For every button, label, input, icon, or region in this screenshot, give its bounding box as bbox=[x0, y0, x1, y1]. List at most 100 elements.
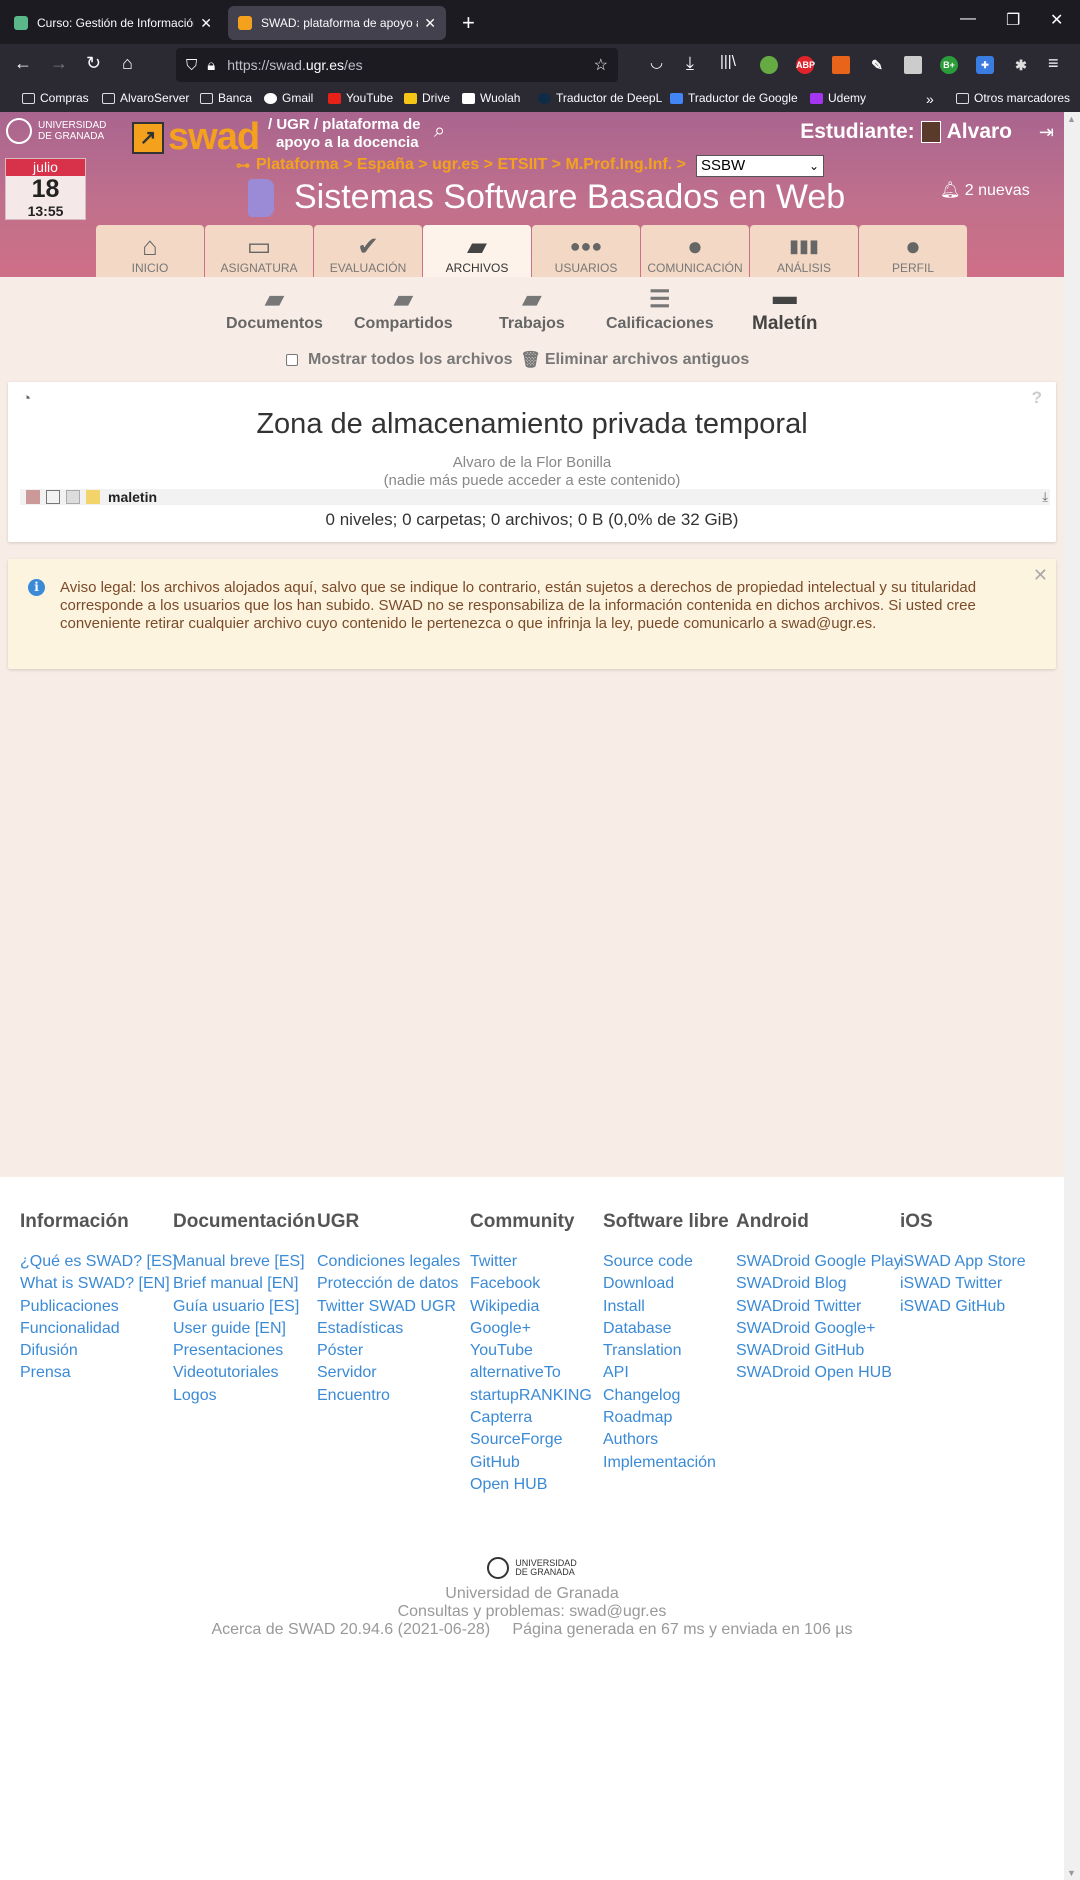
calendar-widget[interactable]: julio 18 13:55 bbox=[5, 158, 86, 220]
tab-usuarios[interactable]: ●●● USUARIOS bbox=[532, 225, 640, 277]
bookmark-folder[interactable]: Banca bbox=[200, 91, 252, 105]
footer-link[interactable]: Translation bbox=[603, 1340, 729, 1362]
reload-icon[interactable]: ↻ bbox=[86, 53, 101, 74]
menu-icon[interactable]: ≡ bbox=[1048, 53, 1059, 74]
footer-link[interactable]: SWADroid Twitter bbox=[736, 1296, 902, 1318]
ugr-footer-logo[interactable]: UNIVERSIDAD DE GRANADA bbox=[487, 1557, 577, 1579]
footer-link[interactable]: iSWAD GitHub bbox=[900, 1296, 1026, 1318]
submenu-trabajos[interactable]: ▰ Trabajos bbox=[499, 285, 565, 333]
restore-icon[interactable]: ❐ bbox=[1006, 10, 1020, 30]
footer-link[interactable]: Google+ bbox=[470, 1318, 592, 1340]
extension-icon[interactable] bbox=[832, 56, 850, 74]
footer-link[interactable]: User guide [EN] bbox=[173, 1318, 316, 1340]
tab-archivos[interactable]: ▰ ARCHIVOS bbox=[423, 225, 531, 277]
bookmark-link[interactable]: YouTube bbox=[328, 91, 393, 105]
logout-icon[interactable]: ⇥ bbox=[1039, 122, 1054, 143]
bookmark-folder[interactable]: Compras bbox=[22, 91, 89, 105]
footer-link[interactable]: SourceForge bbox=[470, 1429, 592, 1451]
footer-link[interactable]: iSWAD Twitter bbox=[900, 1273, 1026, 1295]
footer-link[interactable]: Condiciones legales bbox=[317, 1251, 460, 1273]
minimize-icon[interactable]: — bbox=[960, 10, 976, 28]
footer-link[interactable]: SWADroid Google Play bbox=[736, 1251, 902, 1273]
footer-link[interactable]: Wikipedia bbox=[470, 1296, 592, 1318]
footer-link[interactable]: Open HUB bbox=[470, 1474, 592, 1496]
footer-link[interactable]: Twitter SWAD UGR bbox=[317, 1296, 460, 1318]
scroll-down-icon[interactable]: ▼ bbox=[1067, 1868, 1076, 1878]
submenu-maletin[interactable]: ▬ Maletín bbox=[752, 283, 817, 335]
footer-contact[interactable]: Consultas y problemas: swad@ugr.es bbox=[0, 1603, 1064, 1621]
footer-link[interactable]: Changelog bbox=[603, 1385, 729, 1407]
trash-icon[interactable] bbox=[26, 490, 40, 504]
footer-link[interactable]: Póster bbox=[317, 1340, 460, 1362]
overflow-chevron-icon[interactable]: » bbox=[926, 91, 934, 107]
close-tab-icon[interactable]: ✕ bbox=[424, 15, 436, 32]
lock-icon[interactable]: 🔒︎ bbox=[207, 57, 215, 74]
footer-link[interactable]: Authors bbox=[603, 1429, 729, 1451]
extension-icon[interactable]: B+ bbox=[940, 56, 958, 74]
footer-link[interactable]: Capterra bbox=[470, 1407, 592, 1429]
bookmark-link[interactable]: Wuolah bbox=[462, 91, 520, 105]
footer-link[interactable]: Brief manual [EN] bbox=[173, 1273, 316, 1295]
footer-link[interactable]: Logos bbox=[173, 1385, 316, 1407]
footer-link[interactable]: Estadísticas bbox=[317, 1318, 460, 1340]
browser-tab[interactable]: Curso: Gestión de Información en ✕ bbox=[4, 6, 222, 40]
extension-icon[interactable] bbox=[760, 56, 778, 74]
footer-link[interactable]: Implementación bbox=[603, 1452, 729, 1474]
pie-chart-icon[interactable]: ◔ bbox=[22, 390, 31, 407]
folder-name[interactable]: maletin bbox=[108, 489, 157, 505]
bookmark-star-icon[interactable]: ☆ bbox=[594, 55, 608, 75]
extension-icon[interactable]: ✱ bbox=[1012, 56, 1030, 74]
footer-link[interactable]: Install bbox=[603, 1296, 729, 1318]
tab-comunicacion[interactable]: ● COMUNICACIÓN bbox=[641, 225, 749, 277]
extension-icon[interactable]: ✎ bbox=[868, 56, 886, 74]
avatar[interactable] bbox=[920, 121, 941, 143]
footer-link[interactable]: Manual breve [ES] bbox=[173, 1251, 316, 1273]
tab-perfil[interactable]: ● PERFIL bbox=[859, 225, 967, 277]
shield-icon[interactable]: ⛉ bbox=[186, 57, 197, 74]
footer-link[interactable]: Roadmap bbox=[603, 1407, 729, 1429]
bookmark-folder[interactable]: Otros marcadores bbox=[956, 91, 1070, 105]
url-bar[interactable]: ⛉ 🔒︎ https://swad.ugr.es/es ☆ bbox=[176, 48, 618, 82]
footer-link[interactable]: API bbox=[603, 1362, 729, 1384]
footer-link[interactable]: startupRANKING bbox=[470, 1385, 592, 1407]
delete-old-link[interactable]: Eliminar archivos antiguos bbox=[545, 351, 750, 369]
copy-icon[interactable] bbox=[46, 490, 60, 504]
footer-link[interactable]: YouTube bbox=[470, 1340, 592, 1362]
submenu-documentos[interactable]: ▰ Documentos bbox=[226, 285, 323, 333]
pocket-icon[interactable]: ◡ bbox=[650, 53, 663, 71]
submenu-calificaciones[interactable]: ☰ Calificaciones bbox=[606, 285, 714, 333]
help-icon[interactable]: ? bbox=[1032, 388, 1042, 408]
footer-link[interactable]: Funcionalidad bbox=[20, 1318, 177, 1340]
footer-link[interactable]: Database bbox=[603, 1318, 729, 1340]
show-all-label[interactable]: Mostrar todos los archivos bbox=[308, 351, 513, 369]
extension-icon[interactable] bbox=[904, 56, 922, 74]
footer-link[interactable]: Servidor bbox=[317, 1362, 460, 1384]
close-tab-icon[interactable]: ✕ bbox=[200, 15, 212, 32]
download-icon[interactable]: ⤓ bbox=[686, 53, 694, 74]
notifications-link[interactable]: 🔔︎ 2 nuevas bbox=[940, 180, 1030, 200]
breadcrumb[interactable]: ⊶ Plataforma > España > ugr.es > ETSIIT … bbox=[236, 156, 686, 174]
download-zip-icon[interactable]: ⤓ bbox=[1042, 489, 1048, 505]
swad-logo[interactable]: ↗ swad bbox=[132, 116, 260, 159]
file-tree-row[interactable]: maletin ⤓ bbox=[20, 489, 1050, 505]
footer-link[interactable]: Publicaciones bbox=[20, 1296, 177, 1318]
footer-link[interactable]: What is SWAD? [EN] bbox=[20, 1273, 177, 1295]
url-text[interactable]: https://swad.ugr.es/es bbox=[227, 57, 362, 73]
scrollbar[interactable]: ▲ ▼ bbox=[1064, 112, 1080, 1880]
footer-link[interactable]: Guía usuario [ES] bbox=[173, 1296, 316, 1318]
extension-icon[interactable]: ✚ bbox=[976, 56, 994, 74]
course-select[interactable]: SSBW ⌄ bbox=[696, 155, 824, 177]
footer-link[interactable]: Twitter bbox=[470, 1251, 592, 1273]
tab-inicio[interactable]: ⌂ INICIO bbox=[96, 225, 204, 277]
home-icon[interactable]: ⌂ bbox=[122, 53, 133, 74]
footer-link[interactable]: SWADroid GitHub bbox=[736, 1340, 902, 1362]
tab-evaluacion[interactable]: ✔ EVALUACIÓN bbox=[314, 225, 422, 277]
footer-link[interactable]: iSWAD App Store bbox=[900, 1251, 1026, 1273]
footer-link[interactable]: SWADroid Blog bbox=[736, 1273, 902, 1295]
adblock-icon[interactable]: ABP bbox=[796, 56, 815, 74]
back-icon[interactable]: ← bbox=[14, 53, 32, 74]
footer-link[interactable]: Source code bbox=[603, 1251, 729, 1273]
show-all-checkbox[interactable] bbox=[286, 354, 298, 366]
bookmark-folder[interactable]: AlvaroServer bbox=[102, 91, 189, 105]
tab-asignatura[interactable]: ▭ ASIGNATURA bbox=[205, 225, 313, 277]
